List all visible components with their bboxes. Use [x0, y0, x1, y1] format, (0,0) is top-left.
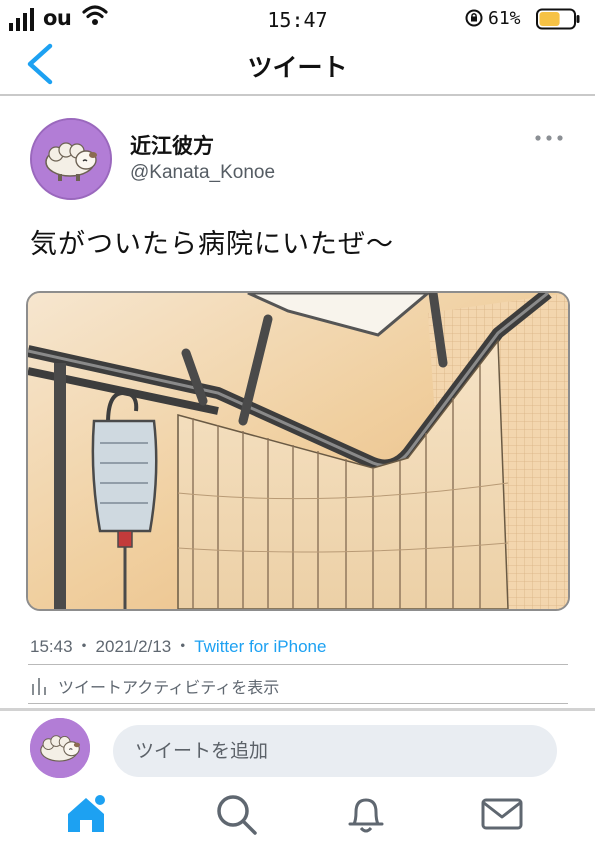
- divider: [28, 664, 568, 665]
- reply-input[interactable]: [113, 725, 557, 777]
- meta-separator: ・: [174, 637, 192, 656]
- orientation-lock-icon: [465, 9, 483, 27]
- divider: [28, 703, 568, 704]
- tweet-meta: 15:43 ・ 2021/2/13 ・ Twitter for iPhone: [30, 632, 326, 657]
- search-icon[interactable]: [212, 790, 260, 838]
- status-bar: ou 15:47 61%: [0, 0, 595, 38]
- activity-label: ツイートアクティビティを表示: [58, 678, 280, 697]
- tweet-activity-link[interactable]: ツイートアクティビティを表示: [30, 672, 279, 700]
- hospital-room-illustration: [28, 293, 568, 609]
- author-avatar[interactable]: [30, 118, 112, 200]
- author-display-name[interactable]: 近江彼方: [130, 130, 214, 160]
- author-handle[interactable]: @Kanata_Konoe: [130, 162, 275, 184]
- activity-chart-icon: [32, 678, 46, 695]
- messages-envelope-icon[interactable]: [478, 790, 526, 838]
- sheep-avatar-icon: [32, 120, 110, 198]
- section-divider: [0, 708, 595, 711]
- sheep-avatar-icon: [30, 718, 90, 778]
- battery-icon: [536, 8, 580, 30]
- tweet-text: 気がついたら病院にいたぜ〜: [30, 229, 394, 260]
- battery-percent: 61%: [488, 8, 521, 29]
- more-horizontal-icon[interactable]: [532, 128, 566, 148]
- tweet-source-link[interactable]: Twitter for iPhone: [194, 637, 326, 656]
- page-title: ツイート: [247, 53, 348, 82]
- home-icon[interactable]: [62, 790, 110, 838]
- meta-separator: ・: [75, 637, 93, 656]
- tweet-date: 2021/2/13: [95, 637, 172, 656]
- navigation-header: ツイート: [0, 38, 595, 96]
- notifications-bell-icon[interactable]: [342, 790, 390, 838]
- tweet-image[interactable]: [26, 291, 570, 611]
- my-avatar[interactable]: [30, 718, 90, 778]
- tweet-time: 15:43: [30, 637, 73, 656]
